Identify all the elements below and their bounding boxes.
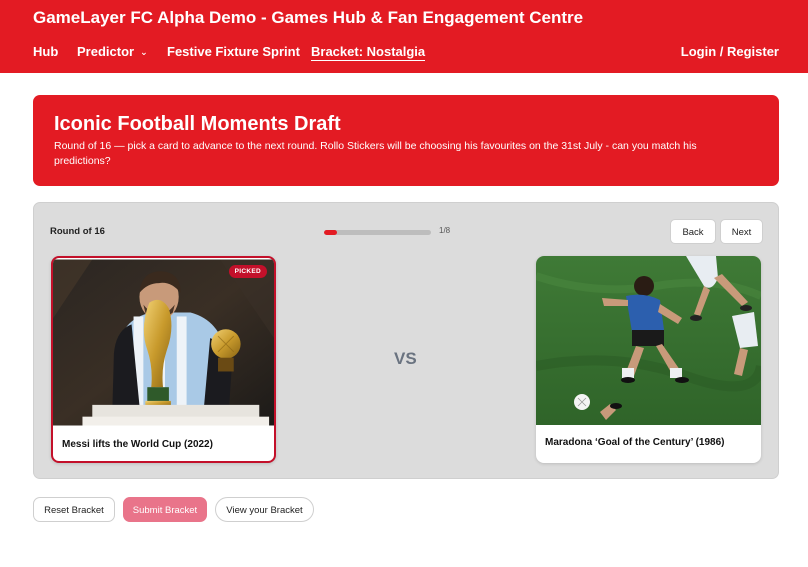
round-progress-bar (324, 230, 431, 235)
round-progress-text: 1/8 (439, 226, 451, 235)
round-label: Round of 16 (50, 226, 105, 237)
right-moment-card[interactable]: Maradona ‘Goal of the Century’ (1986) (536, 256, 761, 463)
page-title: Iconic Football Moments Draft (54, 113, 341, 135)
nav-bracket-nostalgia[interactable]: Bracket: Nostalgia (311, 44, 426, 61)
nav-hub[interactable]: Hub (33, 44, 58, 59)
view-bracket-button[interactable]: View your Bracket (215, 497, 314, 522)
round-progress-fill (324, 230, 338, 235)
nav-predictor[interactable]: Predictor ⌄ (77, 44, 148, 59)
right-card-caption: Maradona ‘Goal of the Century’ (1986) (545, 437, 725, 448)
site-header: GameLayer FC Alpha Demo - Games Hub & Fa… (0, 0, 808, 73)
maradona-goal-image (536, 256, 761, 425)
left-moment-card[interactable]: PICKED Messi lifts the World Cup (2022) (51, 256, 276, 463)
back-button[interactable]: Back (670, 219, 716, 244)
next-button[interactable]: Next (720, 219, 763, 244)
picked-badge: PICKED (228, 265, 267, 278)
nav-predictor-label: Predictor (77, 44, 135, 59)
messi-world-cup-image (53, 259, 274, 426)
nav-festive-label: Festive Fixture Sprint (167, 44, 300, 59)
nav-hub-label: Hub (33, 44, 59, 59)
page-subtitle: Round of 16 — pick a card to advance to … (54, 140, 697, 167)
login-register-link[interactable]: Login / Register (681, 44, 779, 59)
matchup-panel: Round of 16 1/8 Back Next PICKED Messi l… (33, 202, 779, 479)
chevron-down-icon: ⌄ (140, 47, 148, 57)
site-title: GameLayer FC Alpha Demo - Games Hub & Fa… (33, 8, 584, 27)
nav-festive-fixture-sprint[interactable]: Festive Fixture Sprint (167, 44, 300, 59)
submit-bracket-button[interactable]: Submit Bracket (123, 497, 207, 522)
nav-bracket-label: Bracket: Nostalgia (311, 44, 426, 59)
reset-bracket-button[interactable]: Reset Bracket (33, 497, 115, 522)
left-card-caption: Messi lifts the World Cup (2022) (62, 439, 213, 450)
vs-label: VS (394, 349, 417, 368)
draft-banner: Iconic Football Moments Draft Round of 1… (33, 95, 779, 186)
